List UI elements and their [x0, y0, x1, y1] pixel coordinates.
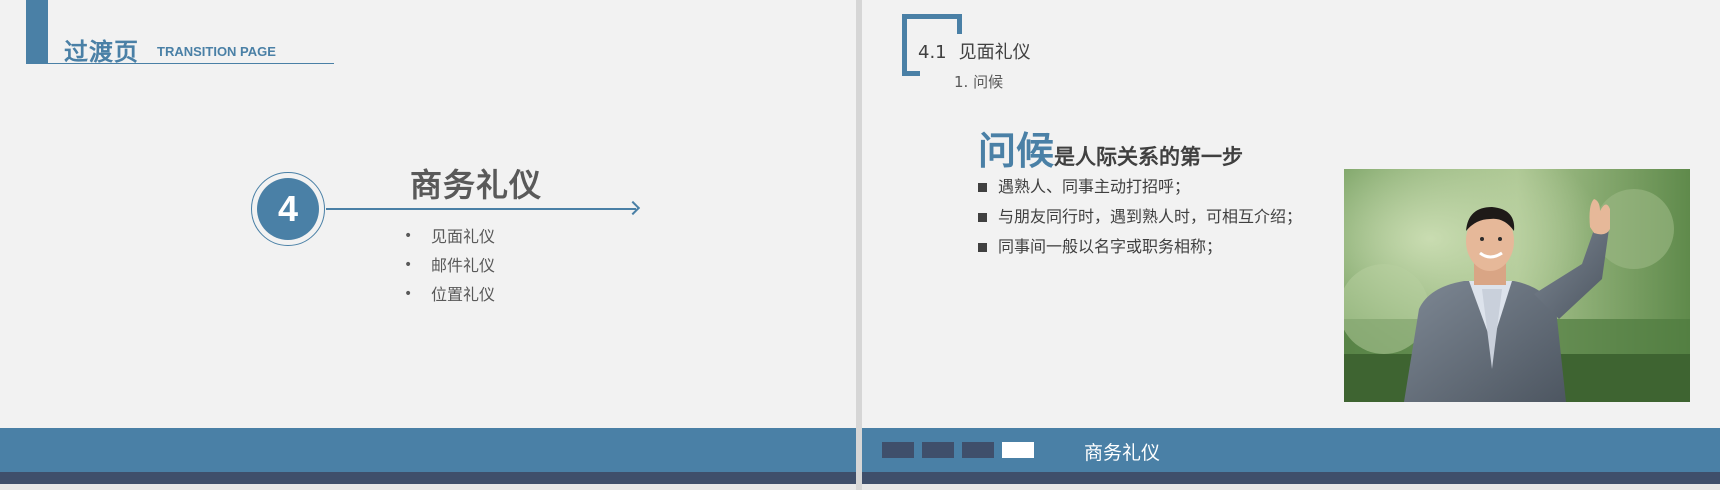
list-item-label: 见面礼仪 [431, 227, 496, 246]
footer-tail [0, 484, 856, 490]
section-heading-number: 4.1 [918, 42, 947, 63]
content-title: 问候是人际关系的第一步 [978, 120, 1243, 175]
list-item-label: 位置礼仪 [431, 285, 496, 304]
list-item-label: 同事间一般以名字或职务相称； [998, 237, 1223, 256]
content-title-rest: 是人际关系的第一步 [1054, 145, 1244, 169]
list-item: 同事间一般以名字或职务相称； [978, 232, 1302, 262]
list-item-label: 邮件礼仪 [431, 256, 496, 275]
footer-tail [862, 484, 1720, 490]
section-heading: 4.1 见面礼仪 [918, 38, 1031, 64]
footer-dark-strip [862, 472, 1720, 484]
arrow-right-icon [625, 200, 641, 216]
section-heading-text: 见面礼仪 [958, 42, 1031, 63]
footer-band [0, 428, 856, 472]
slide-transition: 过渡页 TRANSITION PAGE 4 商务礼仪 • 见面礼仪 • 邮件礼仪 •… [0, 0, 856, 490]
section-number-badge: 4 [257, 178, 319, 240]
nav-square-3[interactable] [962, 442, 994, 458]
footer-label: 商务礼仪 [1084, 442, 1161, 464]
section-title: 商务礼仪 [410, 166, 543, 204]
slide-content: 4.1 见面礼仪 1. 问候 问候是人际关系的第一步 遇熟人、同事主动打招呼； 与… [862, 0, 1720, 490]
bullet-icon: • [404, 228, 413, 244]
list-item: • 位置礼仪 [404, 280, 495, 309]
list-item-label: 与朋友同行时，遇到熟人时，可相互介绍； [998, 207, 1303, 226]
nav-square-4[interactable] [1002, 442, 1034, 458]
bullet-icon: • [404, 286, 413, 302]
photo-businessman-waving [1344, 169, 1690, 402]
bracket-decoration [902, 71, 920, 76]
bullet-icon: • [404, 257, 413, 273]
point-list: 遇熟人、同事主动打招呼； 与朋友同行时，遇到熟人时，可相互介绍； 同事间一般以名… [978, 172, 1302, 262]
sub-heading: 1. 问候 [954, 73, 1004, 91]
list-item: • 见面礼仪 [404, 222, 495, 251]
nav-square-1[interactable] [882, 442, 914, 458]
page-title: 过渡页 [64, 38, 139, 66]
list-item: 遇熟人、同事主动打招呼； [978, 172, 1302, 202]
list-item: • 邮件礼仪 [404, 251, 495, 280]
footer-dark-strip [0, 472, 856, 484]
bracket-decoration [957, 14, 962, 34]
arrow-line [326, 208, 636, 210]
header-accent-bar [26, 0, 48, 64]
list-item-label: 遇熟人、同事主动打招呼； [998, 177, 1191, 196]
square-bullet-icon [978, 213, 987, 222]
bracket-decoration [902, 14, 962, 19]
bracket-decoration [902, 14, 907, 76]
header-underline [26, 63, 334, 64]
content-title-emphasis: 问候 [978, 129, 1055, 173]
square-bullet-icon [978, 183, 987, 192]
nav-square-2[interactable] [922, 442, 954, 458]
square-bullet-icon [978, 243, 987, 252]
list-item: 与朋友同行时，遇到熟人时，可相互介绍； [978, 202, 1302, 232]
page-subtitle: TRANSITION PAGE [157, 44, 276, 59]
section-item-list: • 见面礼仪 • 邮件礼仪 • 位置礼仪 [404, 222, 495, 309]
